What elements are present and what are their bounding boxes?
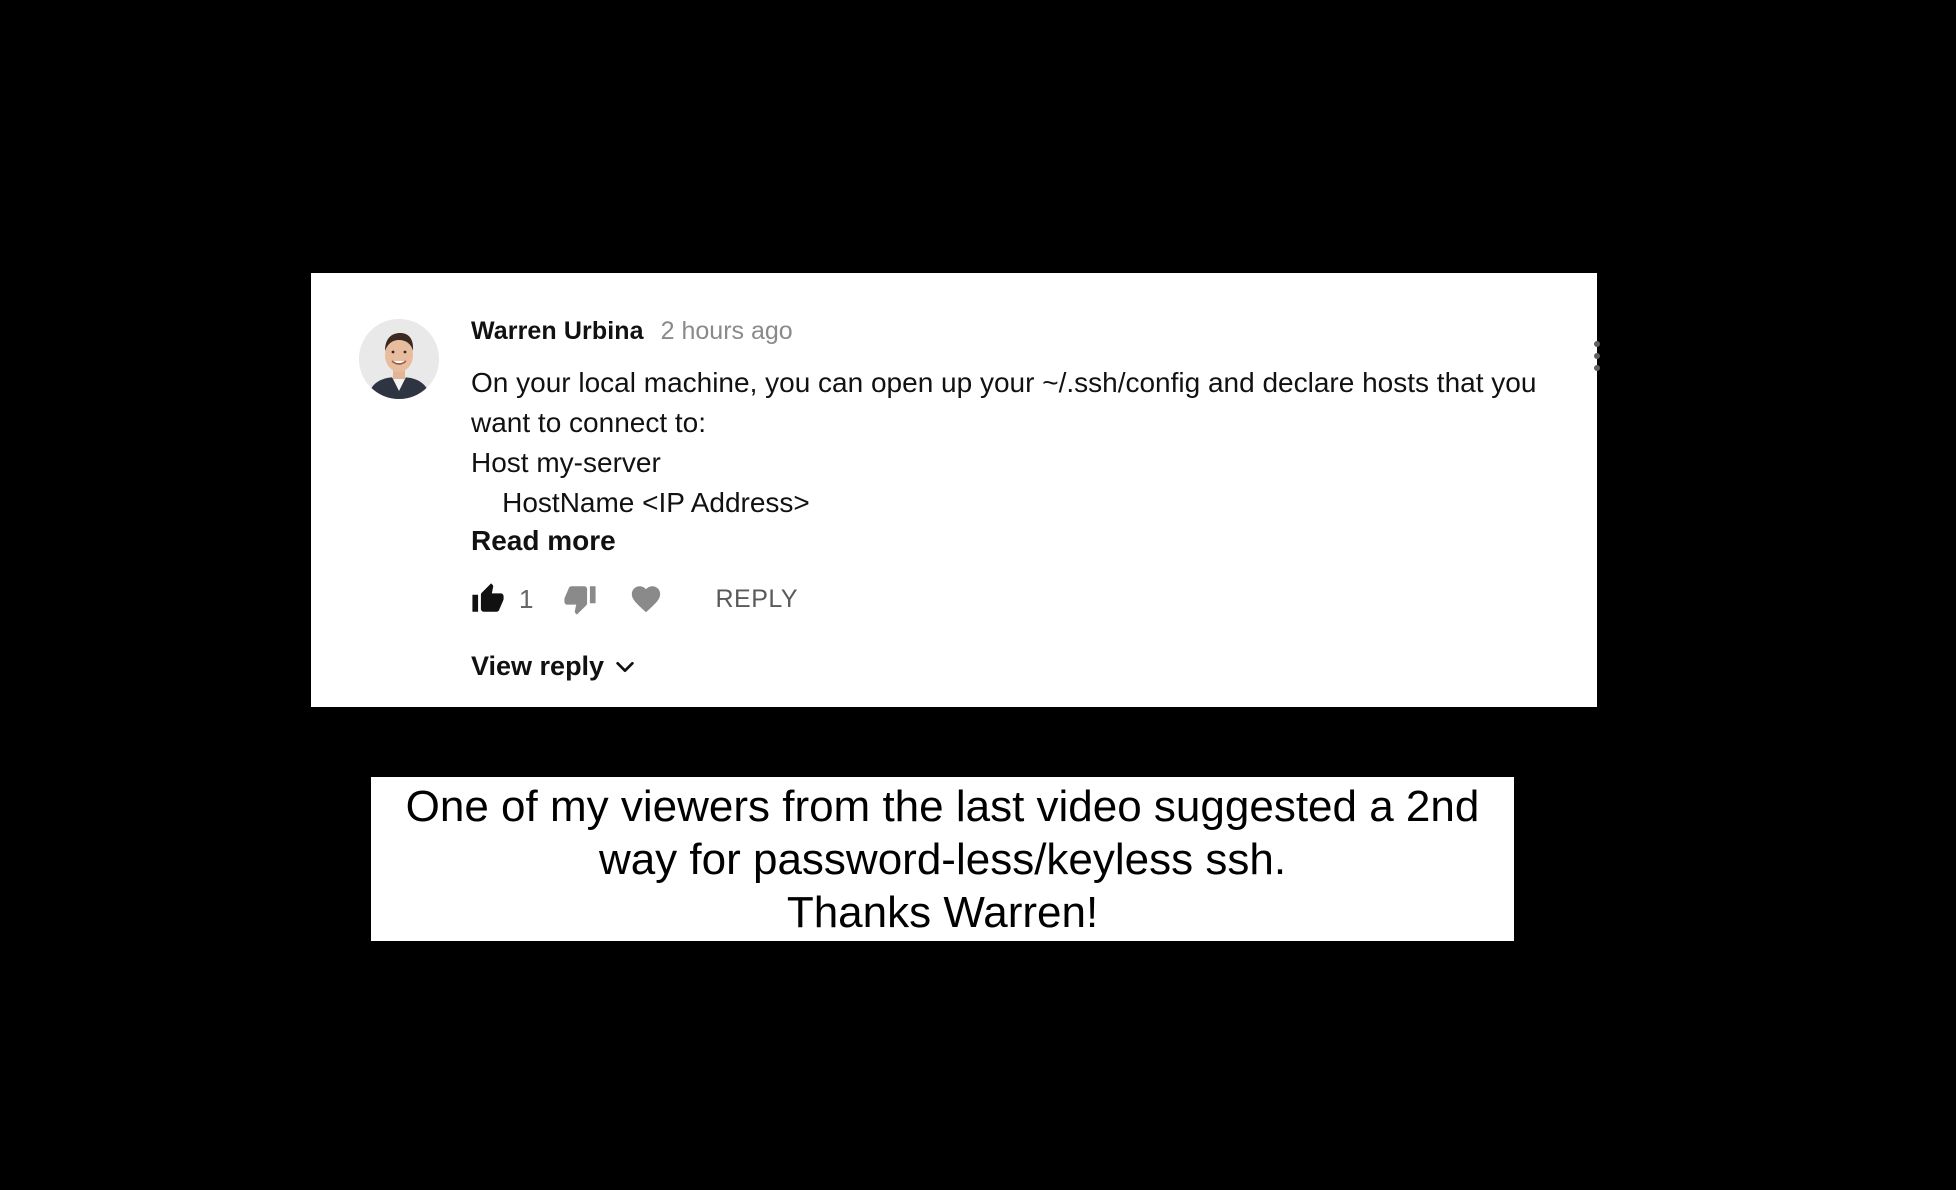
chevron-down-icon (616, 661, 634, 672)
avatar[interactable] (359, 319, 439, 399)
read-more-link[interactable]: Read more (471, 523, 1561, 559)
thumbs-up-icon[interactable] (471, 582, 505, 616)
author-name[interactable]: Warren Urbina (471, 317, 644, 346)
reply-button[interactable]: REPLY (715, 585, 798, 614)
comment-line: want to connect to: (471, 407, 707, 438)
video-frame: Warren Urbina 2 hours ago On your local … (0, 0, 1956, 1190)
avatar-portrait (359, 319, 439, 399)
caption-box: One of my viewers from the last video su… (371, 777, 1514, 941)
caption-line: way for password-less/keyless ssh. (598, 834, 1287, 884)
more-vert-icon[interactable] (1593, 339, 1601, 373)
thumbs-down-icon[interactable] (563, 582, 597, 616)
view-reply-label: View reply (471, 651, 605, 681)
comment-line: On your local machine, you can open up y… (471, 367, 1537, 398)
like-count: 1 (519, 583, 534, 614)
comment-actions: 1 REPLY (471, 579, 798, 619)
comment-line: Host my-server (471, 447, 661, 478)
caption-line: Thanks Warren! (786, 887, 1099, 937)
comment-body: Warren Urbina 2 hours ago On your local … (471, 317, 1561, 559)
heart-icon[interactable] (629, 582, 663, 616)
comment-timestamp[interactable]: 2 hours ago (661, 317, 793, 346)
comment-line: HostName <IP Address> (471, 487, 810, 518)
caption-line: One of my viewers from the last video su… (405, 781, 1480, 831)
comment-card: Warren Urbina 2 hours ago On your local … (311, 273, 1600, 707)
comment-text: On your local machine, you can open up y… (471, 363, 1561, 523)
view-reply-button[interactable]: View reply (471, 651, 636, 682)
comment-header: Warren Urbina 2 hours ago (471, 317, 1561, 353)
